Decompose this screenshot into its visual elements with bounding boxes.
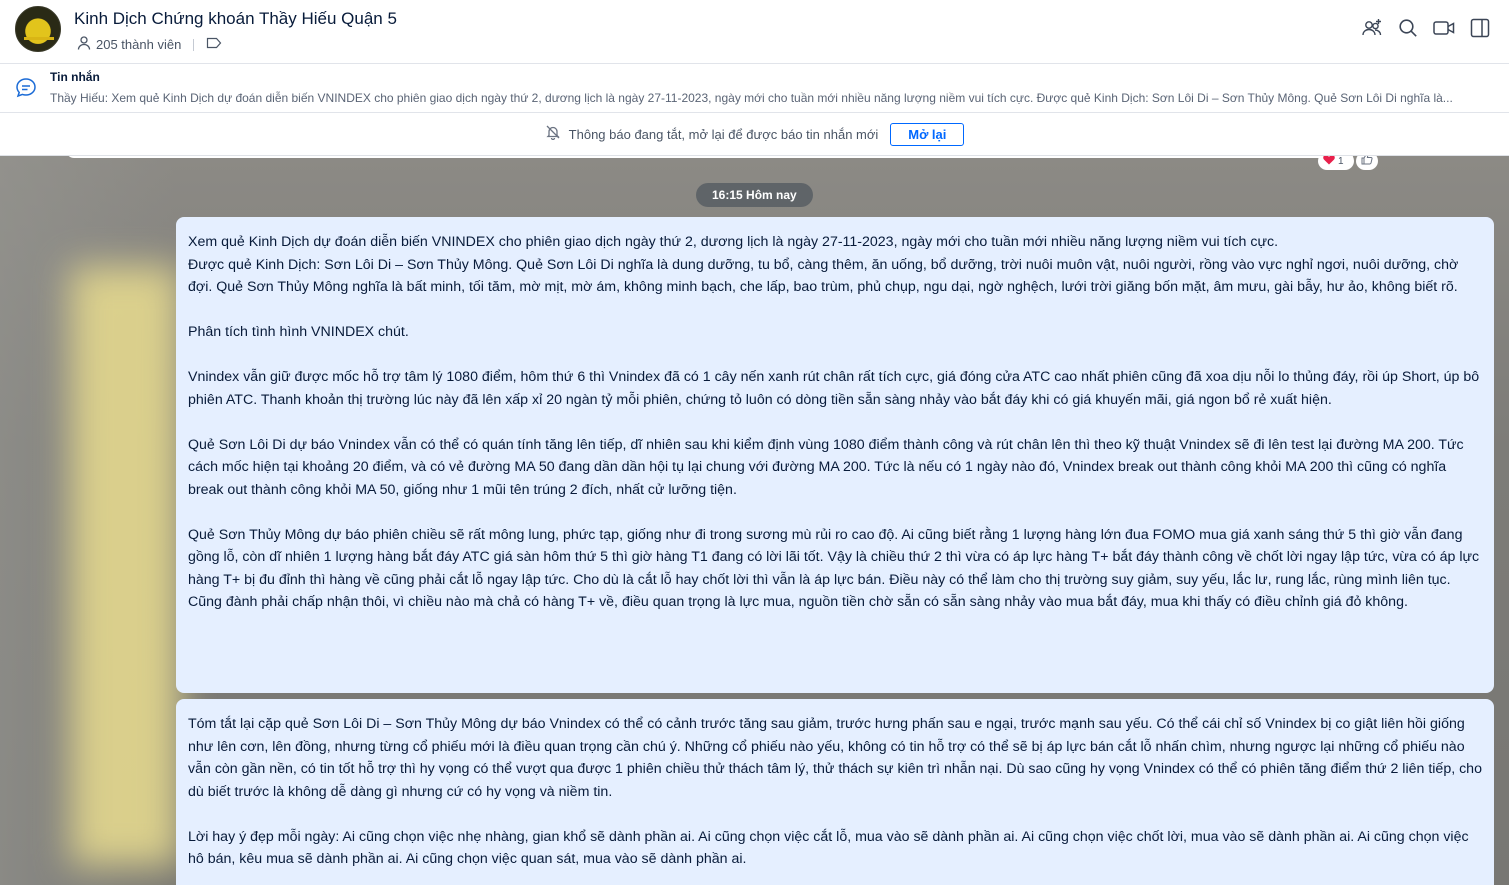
message-bubble[interactable]: Tóm tắt lại cặp quẻ Sơn Lôi Di – Sơn Thủ… (176, 699, 1494, 885)
message-paragraph: Quẻ Sơn Thủy Mông dự báo phiên chiều sẽ … (188, 526, 1480, 611)
heart-count: 1 (1338, 156, 1344, 167)
group-avatar[interactable] (15, 6, 61, 52)
thumbs-up-icon (1361, 156, 1373, 170)
sidebar-toggle-icon[interactable] (1469, 17, 1491, 39)
message-paragraph: Lời hay ý đẹp mỗi ngày: Ai cũng chọn việ… (188, 828, 1469, 868)
message-bubble[interactable]: Xem quẻ Kinh Dịch dự đoán diễn biến VNIN… (176, 217, 1494, 693)
header-actions (1361, 17, 1491, 39)
pinned-preview[interactable]: Thầy Hiếu: Xem quẻ Kinh Dịch dự đoán diễ… (50, 91, 1480, 105)
add-member-icon[interactable] (1361, 17, 1383, 39)
pinned-title: Tin nhắn (50, 70, 100, 84)
message-reactions: 1 (1318, 156, 1378, 170)
previous-message-edge (66, 156, 1356, 158)
heart-icon (1323, 156, 1335, 168)
message-bubble-icon (14, 76, 38, 100)
time-divider: 16:15 Hôm nay (696, 183, 813, 207)
pinned-message-bar[interactable]: Tin nhắn Thầy Hiếu: Xem quẻ Kinh Dịch dự… (0, 64, 1509, 113)
message-paragraph: Tóm tắt lại cặp quẻ Sơn Lôi Di – Sơn Thủ… (188, 716, 1482, 800)
message-paragraph: Vnindex vẫn giữ được mốc hỗ trợ tâm lý 1… (188, 369, 1480, 408)
chat-messages-area[interactable]: 1 16:15 Hôm nay Xem quẻ Kinh Dịch dự đoá… (0, 156, 1509, 885)
blurred-background-shape (70, 266, 180, 866)
bell-off-icon (545, 124, 561, 145)
group-name[interactable]: Kinh Dịch Chứng khoán Thầy Hiếu Quận 5 (74, 9, 397, 29)
heart-reaction[interactable]: 1 (1318, 156, 1354, 170)
chat-header: Kinh Dịch Chứng khoán Thầy Hiếu Quận 5 2… (0, 0, 1509, 64)
message-paragraph: Quẻ Sơn Lôi Di dự báo Vnindex vẫn có thể… (188, 436, 1464, 498)
like-reaction-button[interactable] (1356, 156, 1378, 170)
reopen-notifications-button[interactable]: Mở lại (890, 122, 965, 146)
notification-text: Thông báo đang tắt, mở lại để được báo t… (568, 126, 879, 142)
member-icon (76, 35, 92, 54)
notification-bar: Thông báo đang tắt, mở lại để được báo t… (0, 113, 1509, 156)
meta-divider (193, 38, 195, 51)
message-paragraph: Phân tích tình hình VNINDEX chút. (188, 324, 409, 340)
member-count[interactable]: 205 thành viên (96, 37, 181, 52)
message-paragraph: Xem quẻ Kinh Dịch dự đoán diễn biến VNIN… (188, 234, 1279, 250)
search-icon[interactable] (1397, 17, 1419, 39)
message-paragraph: Được quẻ Kinh Dịch: Sơn Lôi Di – Sơn Thủ… (188, 256, 1459, 296)
group-meta: 205 thành viên (76, 35, 222, 54)
tag-icon[interactable] (206, 37, 222, 52)
video-call-icon[interactable] (1433, 17, 1455, 39)
